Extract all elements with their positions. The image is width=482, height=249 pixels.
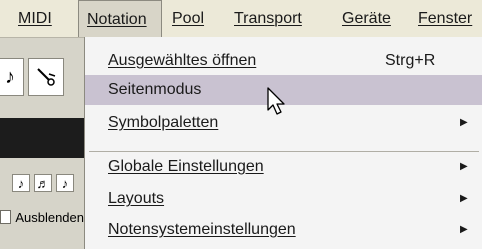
scissors-tool-button[interactable] <box>28 58 64 96</box>
menu-notation[interactable]: Notation <box>78 0 162 37</box>
eighth-note-icon: ♪ <box>17 175 25 191</box>
notation-dropdown-menu: Ausgewähltes öffnen Strg+R Seitenmodus S… <box>84 37 482 249</box>
menu-item-open-selected[interactable]: Ausgewähltes öffnen Strg+R <box>85 46 482 76</box>
menu-item-global-settings[interactable]: Globale Einstellungen ▶ <box>85 152 482 182</box>
menu-item-shortcut: Strg+R <box>385 52 436 69</box>
hide-toggle[interactable]: Ausblenden <box>0 206 84 228</box>
menu-pool[interactable]: Pool <box>164 0 212 37</box>
submenu-arrow-icon: ▶ <box>460 117 468 128</box>
note-icon: ♪ <box>61 175 69 191</box>
menu-bar: MIDI Notation Pool Transport Geräte Fens… <box>0 0 482 38</box>
menu-item-label: Seitenmodus <box>108 81 202 98</box>
menu-transport[interactable]: Transport <box>226 0 310 37</box>
menu-item-label: Globale Einstellungen <box>108 158 264 175</box>
menu-geraete[interactable]: Geräte <box>334 0 399 37</box>
note-tool-button[interactable]: ♪ <box>0 58 24 96</box>
left-toolbar: ♪ ♪ ♬ ♪ Ausblenden <box>0 38 84 249</box>
submenu-arrow-icon: ▶ <box>460 193 468 204</box>
note-value-button-2[interactable]: ♬ <box>34 174 52 192</box>
dark-panel <box>0 118 84 158</box>
menu-fenster[interactable]: Fenster <box>410 0 480 37</box>
application-window: MIDI Notation Pool Transport Geräte Fens… <box>0 0 482 249</box>
submenu-arrow-icon: ▶ <box>460 161 468 172</box>
sixteenth-note-icon: ♬ <box>36 175 50 191</box>
eighth-note-icon: ♪ <box>5 65 15 88</box>
menu-item-label: Symbolpaletten <box>108 114 219 131</box>
hide-label: Ausblenden <box>15 209 84 225</box>
note-value-button-1[interactable]: ♪ <box>12 174 30 192</box>
menu-item-label: Notensystemeinstellungen <box>108 221 296 238</box>
menu-item-label: Ausgewähltes öffnen <box>108 52 257 69</box>
menu-midi[interactable]: MIDI <box>10 0 60 37</box>
submenu-arrow-icon: ▶ <box>460 224 468 235</box>
hide-checkbox[interactable] <box>0 210 12 224</box>
menu-item-staff-settings[interactable]: Notensystemeinstellungen ▶ <box>85 215 482 245</box>
menu-item-layouts[interactable]: Layouts ▶ <box>85 184 482 214</box>
cut-tool-icon <box>37 68 56 86</box>
note-value-button-3[interactable]: ♪ <box>56 174 74 192</box>
menu-item-label: Layouts <box>108 190 165 207</box>
mouse-pointer-icon <box>267 87 285 115</box>
